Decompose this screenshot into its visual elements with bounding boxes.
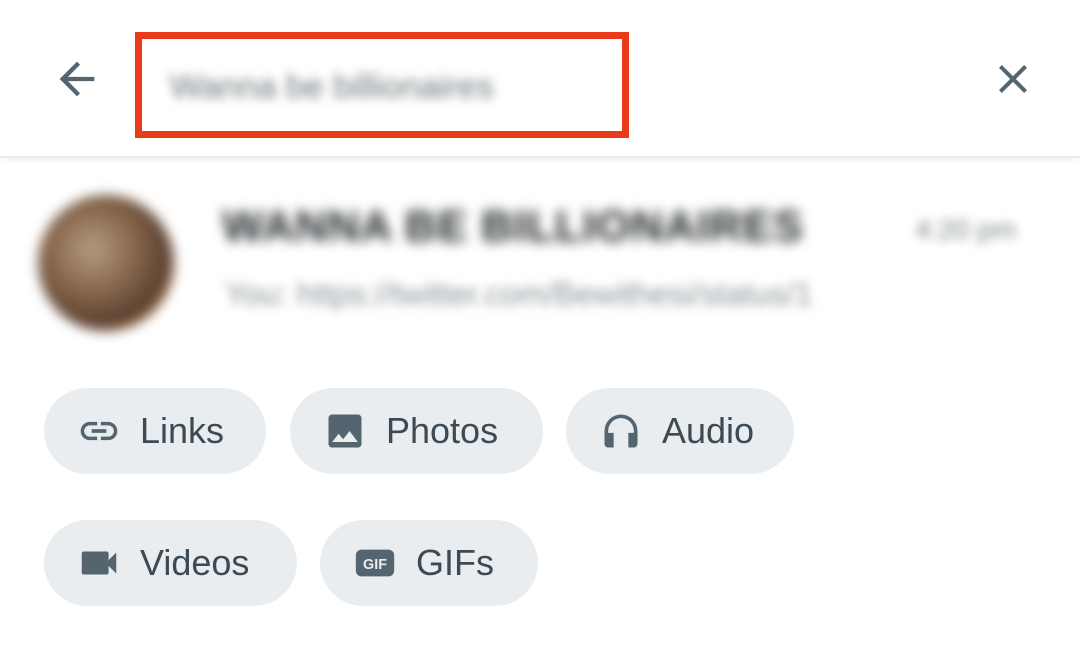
chip-audio[interactable]: Audio	[566, 388, 794, 474]
close-icon	[999, 65, 1027, 93]
chip-gifs[interactable]: GIF GIFs	[320, 520, 538, 606]
link-icon	[76, 408, 122, 454]
chip-label: Links	[140, 410, 225, 451]
search-input[interactable]	[170, 65, 600, 109]
gif-icon: GIF	[352, 540, 398, 586]
chip-label: Audio	[662, 410, 755, 451]
back-button[interactable]	[44, 46, 110, 112]
photo-icon	[322, 408, 368, 454]
chat-result-row[interactable]: WANNA BE BILLIONAIRES 4:20 pm You: https…	[0, 180, 1080, 340]
chip-photos[interactable]: Photos	[290, 388, 543, 474]
video-camera-icon	[76, 540, 122, 586]
chip-label: Photos	[386, 410, 499, 451]
avatar	[38, 195, 174, 331]
search-screen: WANNA BE BILLIONAIRES 4:20 pm You: https…	[0, 0, 1080, 661]
search-header	[0, 0, 1080, 158]
chat-time: 4:20 pm	[915, 214, 1017, 245]
chat-name: WANNA BE BILLIONAIRES	[222, 202, 804, 251]
chat-preview: You: https://twitter.com/Bewithesi/statu…	[225, 276, 813, 312]
chip-videos[interactable]: Videos	[44, 520, 297, 606]
headphones-icon	[598, 408, 644, 454]
chip-label: Videos	[140, 542, 250, 583]
arrow-left-icon	[59, 61, 95, 97]
chip-label: GIFs	[416, 542, 494, 583]
clear-search-button[interactable]	[980, 46, 1046, 112]
svg-text:GIF: GIF	[363, 557, 387, 573]
chip-links[interactable]: Links	[44, 388, 266, 474]
search-highlight-box	[135, 32, 629, 138]
